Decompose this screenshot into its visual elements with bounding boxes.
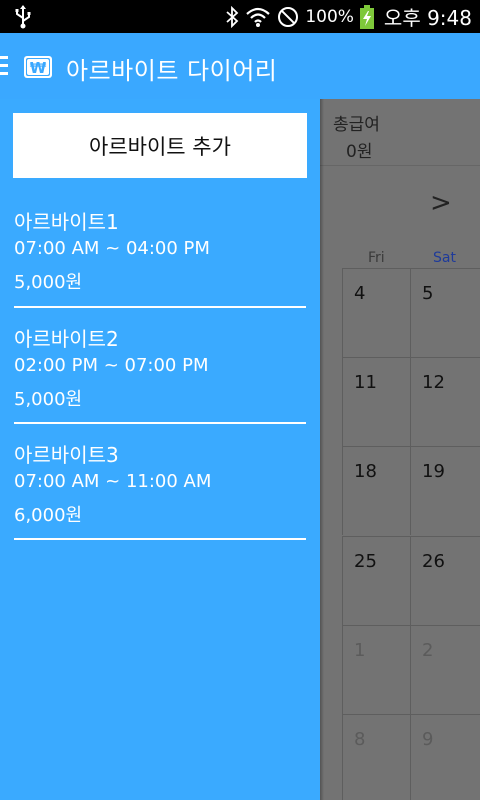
job-name: 아르바이트3 — [14, 443, 119, 467]
calendar-day-number: 18 — [354, 461, 377, 482]
battery-charging-icon — [359, 4, 374, 29]
usb-icon — [15, 5, 31, 29]
job-item-1[interactable]: 아르바이트1 07:00 AM ~ 04:00 PM 5,000원 — [14, 206, 306, 298]
calendar-day-cell[interactable]: 12 — [410, 357, 480, 446]
calendar-day-number: 12 — [422, 372, 445, 393]
status-bar: 100% 오후 9:48 — [0, 0, 480, 33]
battery-percent: 100% — [305, 6, 354, 27]
total-salary-value: 0원 — [346, 142, 373, 162]
bluetooth-icon — [226, 5, 239, 28]
calendar-day-cell[interactable]: 18 — [342, 446, 410, 535]
calendar-day-cell[interactable]: 2 — [410, 625, 480, 714]
total-salary-label: 총급여 — [333, 115, 380, 135]
app-bar: ₩ 아르바이트 다이어리 — [0, 33, 480, 99]
calendar-day-cell[interactable]: 5 — [410, 268, 480, 357]
navigation-drawer: 아르바이트 추가 아르바이트1 07:00 AM ~ 04:00 PM 5,00… — [0, 99, 320, 800]
calendar-day-number: 25 — [354, 551, 377, 572]
job-wage: 6,000원 — [14, 505, 83, 526]
job-wage: 5,000원 — [14, 389, 83, 410]
logo-symbol: ₩ — [30, 59, 47, 77]
calendar-day-cell[interactable]: 9 — [410, 714, 480, 800]
calendar-day-number: 19 — [422, 461, 445, 482]
wallet-logo-icon[interactable]: ₩ — [22, 50, 54, 82]
job-name: 아르바이트1 — [14, 210, 119, 234]
calendar-grid: 4 5 11 12 18 19 25 26 1 2 8 9 — [320, 268, 480, 800]
calendar-day-cell[interactable]: 19 — [410, 446, 480, 535]
calendar-day-number: 1 — [354, 640, 366, 661]
calendar-day-number: 5 — [422, 283, 434, 304]
calendar-day-cell[interactable]: 1 — [342, 625, 410, 714]
job-time: 02:00 PM ~ 07:00 PM — [14, 355, 209, 376]
calendar-day-cell[interactable]: 11 — [342, 357, 410, 446]
drawer-shadow — [320, 99, 324, 800]
calendar-day-number: 2 — [422, 640, 434, 661]
calendar-day-cell[interactable]: 25 — [342, 536, 410, 625]
job-time: 07:00 AM ~ 04:00 PM — [14, 238, 210, 259]
next-month-button[interactable]: > — [430, 188, 452, 218]
calendar-day-number: 4 — [354, 283, 366, 304]
calendar-day-number: 8 — [354, 729, 366, 750]
status-time: 오후 9:48 — [383, 6, 472, 30]
calendar-day-number: 11 — [354, 372, 377, 393]
calendar-day-cell[interactable]: 26 — [410, 536, 480, 625]
add-job-button[interactable]: 아르바이트 추가 — [13, 113, 307, 178]
job-item-2[interactable]: 아르바이트2 02:00 PM ~ 07:00 PM 5,000원 — [14, 323, 306, 415]
header-divider — [320, 165, 480, 166]
no-signal-icon — [278, 6, 299, 27]
calendar-day-number: 26 — [422, 551, 445, 572]
job-divider — [14, 306, 306, 308]
calendar-day-cell[interactable]: 8 — [342, 714, 410, 800]
job-time: 07:00 AM ~ 11:00 AM — [14, 471, 212, 492]
job-wage: 5,000원 — [14, 272, 83, 293]
drawer-toggle-icon[interactable] — [0, 56, 8, 76]
app-title: 아르바이트 다이어리 — [66, 57, 278, 85]
job-item-3[interactable]: 아르바이트3 07:00 AM ~ 11:00 AM 6,000원 — [14, 439, 306, 531]
calendar-day-number: 9 — [422, 729, 434, 750]
wifi-icon — [246, 7, 271, 27]
job-divider — [14, 422, 306, 424]
weekday-sat: Sat — [433, 250, 456, 266]
job-name: 아르바이트2 — [14, 327, 119, 351]
weekday-fri: Fri — [368, 250, 385, 266]
calendar-day-cell[interactable]: 4 — [342, 268, 410, 357]
job-divider — [14, 538, 306, 540]
